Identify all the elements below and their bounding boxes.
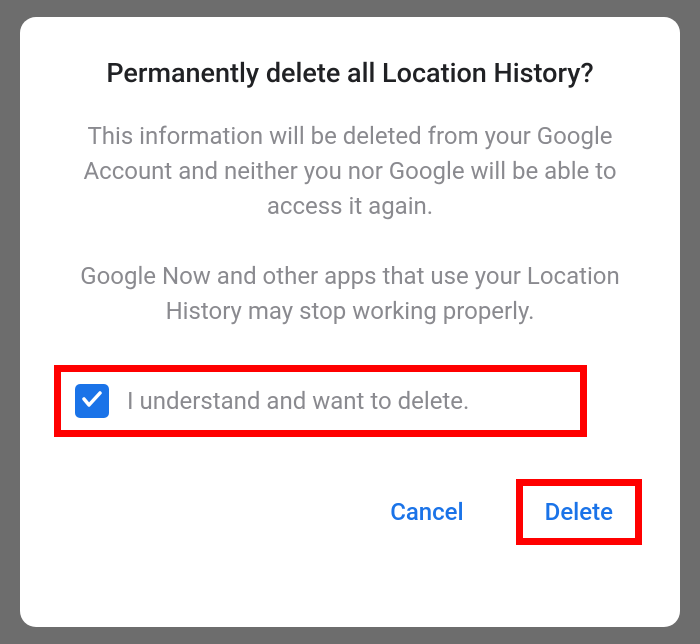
- dialog-paragraph-1: This information will be deleted from yo…: [52, 119, 648, 223]
- delete-button-highlight: Delete: [516, 479, 642, 545]
- confirmation-checkbox[interactable]: [75, 384, 109, 418]
- confirmation-checkbox-row[interactable]: I understand and want to delete.: [54, 365, 587, 437]
- delete-location-history-dialog: Permanently delete all Location History?…: [20, 17, 680, 627]
- delete-button[interactable]: Delete: [545, 498, 613, 526]
- checkmark-icon: [80, 387, 104, 415]
- dialog-paragraph-2: Google Now and other apps that use your …: [52, 259, 648, 329]
- cancel-button[interactable]: Cancel: [384, 486, 469, 538]
- dialog-title: Permanently delete all Location History?: [52, 57, 648, 89]
- dialog-actions: Cancel Delete: [52, 479, 648, 545]
- confirmation-checkbox-label: I understand and want to delete.: [127, 387, 469, 415]
